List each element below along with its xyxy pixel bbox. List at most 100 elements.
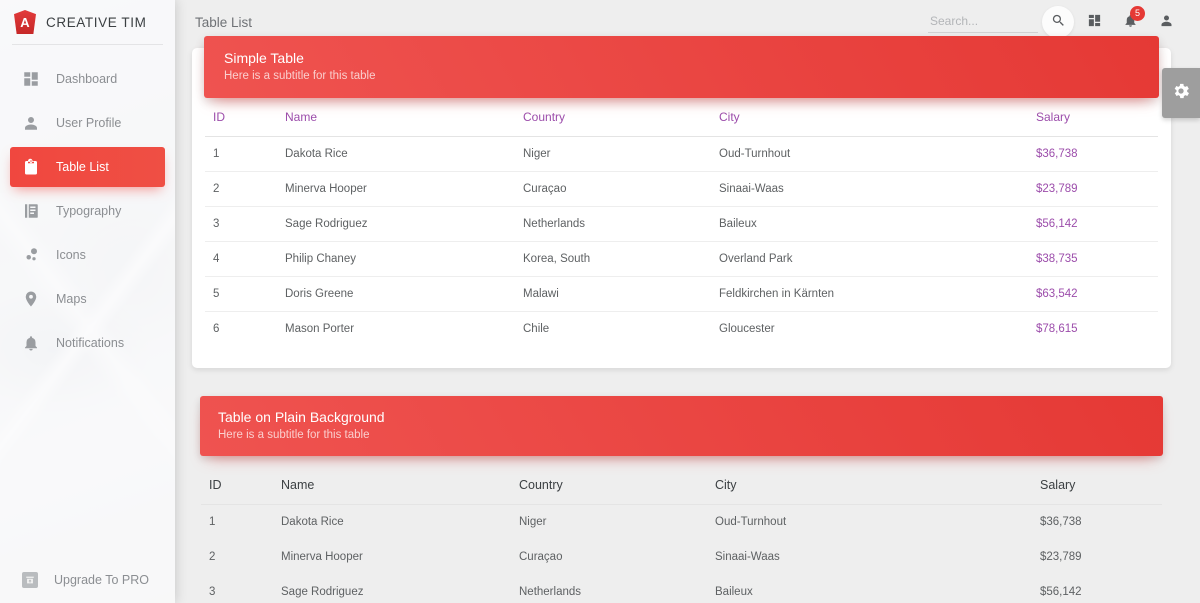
cell-name: Philip Chaney <box>277 242 515 277</box>
column-header-id: ID <box>201 472 273 505</box>
table-row[interactable]: 1 Dakota Rice Niger Oud-Turnhout $36,738 <box>201 505 1162 540</box>
cell-id: 3 <box>205 207 277 242</box>
simple-table-wrapper: ID Name Country City Salary 1 Dakota Ric… <box>192 104 1171 346</box>
content-area: Simple Table Here is a subtitle for this… <box>175 44 1200 603</box>
cell-salary: $36,738 <box>1032 505 1162 540</box>
cell-name: Doris Greene <box>277 277 515 312</box>
cell-country: Curaçao <box>511 540 707 575</box>
cell-salary: $38,735 <box>1028 242 1158 277</box>
sidebar-item-label: Table List <box>56 160 109 174</box>
cell-salary: $23,789 <box>1028 172 1158 207</box>
table-header-row: ID Name Country City Salary <box>201 472 1162 505</box>
topbar-actions: 5 <box>928 6 1182 38</box>
sidebar-item-maps[interactable]: Maps <box>10 279 165 319</box>
search-icon <box>1051 13 1066 31</box>
sidebar-item-label: Maps <box>56 292 87 306</box>
card-title: Simple Table <box>224 50 1139 66</box>
sidebar-item-label: Dashboard <box>56 72 117 86</box>
sidebar: A CREATIVE TIM Dashboard User Profile <box>0 0 175 603</box>
notifications-button[interactable]: 5 <box>1114 6 1146 38</box>
card-header: Simple Table Here is a subtitle for this… <box>204 36 1159 98</box>
account-button[interactable] <box>1150 6 1182 38</box>
sidebar-item-label: Icons <box>56 248 86 262</box>
cell-city: Oud-Turnhout <box>707 505 1032 540</box>
table-row[interactable]: 1 Dakota Rice Niger Oud-Turnhout $36,738 <box>205 137 1158 172</box>
search-field[interactable] <box>928 11 1038 33</box>
person-icon <box>22 114 40 132</box>
sidebar-item-user-profile[interactable]: User Profile <box>10 103 165 143</box>
plain-table-section: Table on Plain Background Here is a subt… <box>192 396 1171 603</box>
search-button[interactable] <box>1042 6 1074 38</box>
table-body: 1 Dakota Rice Niger Oud-Turnhout $36,738… <box>205 137 1158 347</box>
brand-logo[interactable]: A CREATIVE TIM <box>0 0 175 44</box>
table-head: ID Name Country City Salary <box>205 104 1158 137</box>
search-input[interactable] <box>928 11 1038 33</box>
settings-toggle-button[interactable] <box>1162 68 1200 118</box>
cell-name: Minerva Hooper <box>273 540 511 575</box>
cell-country: Korea, South <box>515 242 711 277</box>
cell-country: Niger <box>515 137 711 172</box>
table-row[interactable]: 3 Sage Rodriguez Netherlands Baileux $56… <box>205 207 1158 242</box>
table-row[interactable]: 3 Sage Rodriguez Netherlands Baileux $56… <box>201 575 1162 603</box>
dashboard-grid-icon <box>22 70 40 88</box>
simple-table: ID Name Country City Salary 1 Dakota Ric… <box>205 104 1158 346</box>
dashboard-button[interactable] <box>1078 6 1110 38</box>
sidebar-item-table-list[interactable]: Table List <box>10 147 165 187</box>
sidebar-item-label: User Profile <box>56 116 121 130</box>
upgrade-to-pro-button[interactable]: Upgrade To PRO <box>0 572 175 588</box>
simple-table-card: Simple Table Here is a subtitle for this… <box>192 48 1171 368</box>
table-head: ID Name Country City Salary <box>201 472 1162 505</box>
sidebar-nav: Dashboard User Profile Table List Typogr… <box>0 45 175 363</box>
clipboard-icon <box>22 158 40 176</box>
cell-country: Netherlands <box>515 207 711 242</box>
cell-country: Niger <box>511 505 707 540</box>
bell-icon <box>22 334 40 352</box>
cell-id: 3 <box>201 575 273 603</box>
cell-city: Feldkirchen in Kärnten <box>711 277 1028 312</box>
table-row[interactable]: 5 Doris Greene Malawi Feldkirchen in Kär… <box>205 277 1158 312</box>
cell-salary: $36,738 <box>1028 137 1158 172</box>
column-header-salary: Salary <box>1028 104 1158 137</box>
card-subtitle: Here is a subtitle for this table <box>224 70 1139 82</box>
plain-table-wrapper: ID Name Country City Salary 1 Dakota Ric… <box>192 472 1171 603</box>
cell-salary: $56,142 <box>1032 575 1162 603</box>
sidebar-item-icons[interactable]: Icons <box>10 235 165 275</box>
cell-name: Mason Porter <box>277 312 515 347</box>
sidebar-item-typography[interactable]: Typography <box>10 191 165 231</box>
table-row[interactable]: 2 Minerva Hooper Curaçao Sinaai-Waas $23… <box>205 172 1158 207</box>
cell-name: Minerva Hooper <box>277 172 515 207</box>
cell-country: Netherlands <box>511 575 707 603</box>
sidebar-item-notifications[interactable]: Notifications <box>10 323 165 363</box>
cell-city: Sinaai-Waas <box>707 540 1032 575</box>
sidebar-item-dashboard[interactable]: Dashboard <box>10 59 165 99</box>
column-header-name: Name <box>277 104 515 137</box>
cell-id: 1 <box>205 137 277 172</box>
cell-city: Baileux <box>707 575 1032 603</box>
cell-name: Sage Rodriguez <box>273 575 511 603</box>
cell-city: Oud-Turnhout <box>711 137 1028 172</box>
cell-id: 5 <box>205 277 277 312</box>
cell-salary: $23,789 <box>1032 540 1162 575</box>
cell-city: Baileux <box>711 207 1028 242</box>
map-pin-icon <box>22 290 40 308</box>
table-row[interactable]: 2 Minerva Hooper Curaçao Sinaai-Waas $23… <box>201 540 1162 575</box>
sidebar-item-label: Typography <box>56 204 121 218</box>
column-header-country: Country <box>515 104 711 137</box>
cell-salary: $56,142 <box>1028 207 1158 242</box>
text-page-icon <box>22 202 40 220</box>
bubble-chart-icon <box>22 246 40 264</box>
column-header-id: ID <box>205 104 277 137</box>
cell-id: 6 <box>205 312 277 347</box>
table-row[interactable]: 6 Mason Porter Chile Gloucester $78,615 <box>205 312 1158 347</box>
main-area: Table List 5 <box>175 0 1200 603</box>
cell-salary: $63,542 <box>1028 277 1158 312</box>
card-title: Table on Plain Background <box>218 409 1145 425</box>
plain-card-header: Table on Plain Background Here is a subt… <box>200 396 1163 456</box>
upgrade-label: Upgrade To PRO <box>54 573 149 587</box>
brand-name: CREATIVE TIM <box>46 15 146 30</box>
column-header-city: City <box>707 472 1032 505</box>
column-header-city: City <box>711 104 1028 137</box>
cell-id: 1 <box>201 505 273 540</box>
table-row[interactable]: 4 Philip Chaney Korea, South Overland Pa… <box>205 242 1158 277</box>
cell-name: Dakota Rice <box>273 505 511 540</box>
